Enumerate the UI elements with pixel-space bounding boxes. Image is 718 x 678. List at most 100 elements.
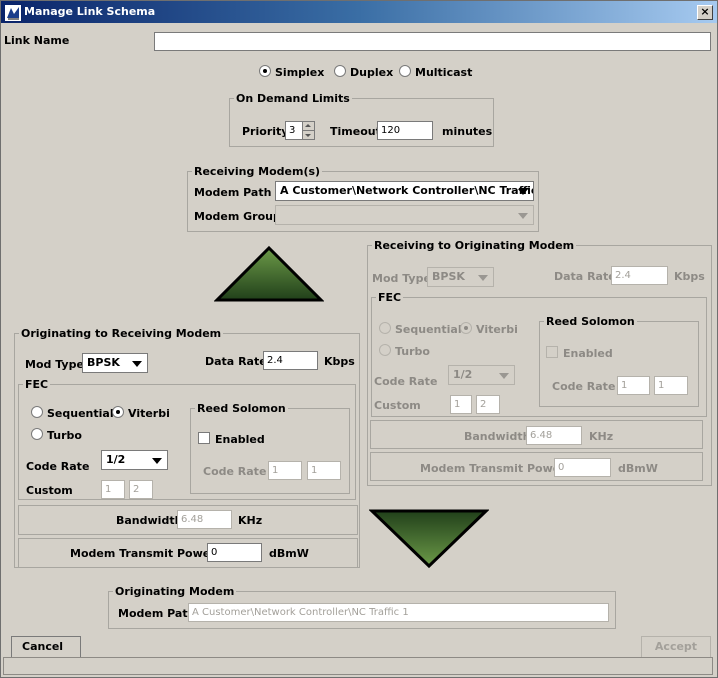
o2r-custom-den-input[interactable]: 2	[129, 480, 153, 499]
o2r-bandwidth-unit: KHz	[238, 514, 263, 527]
simplex-radio[interactable]: Simplex	[259, 65, 324, 79]
link-name-label: Link Name	[4, 34, 70, 47]
link-name-input[interactable]	[154, 32, 711, 51]
o2r-sequential-radio[interactable]: Sequential	[31, 406, 114, 420]
on-demand-limits-group: On Demand Limits	[229, 92, 494, 147]
cancel-button[interactable]: Cancel	[11, 636, 81, 658]
checkbox-icon	[546, 346, 558, 358]
radio-selected-icon	[112, 406, 124, 418]
modem-group-label: Modem Group	[194, 210, 281, 223]
status-bar	[3, 657, 713, 675]
o2r-viterbi-radio[interactable]: Viterbi	[112, 406, 170, 420]
r2o-custom-num-input[interactable]: 1	[450, 395, 472, 414]
chevron-down-icon	[518, 213, 528, 219]
radio-icon	[379, 322, 391, 334]
o2r-viterbi-label: Viterbi	[128, 407, 170, 420]
duplex-label: Duplex	[350, 66, 394, 79]
r2o-bandwidth-unit: KHz	[589, 430, 614, 443]
r2o-rs-enabled-label: Enabled	[563, 347, 613, 360]
o2r-data-rate-input[interactable]: 2.4	[263, 351, 318, 370]
r2o-mod-type-value: BPSK	[432, 270, 465, 283]
title-bar: Manage Link Schema ×	[1, 1, 717, 23]
o2r-reed-solomon-legend: Reed Solomon	[197, 402, 286, 415]
r2o-data-rate-input[interactable]: 2.4	[611, 266, 668, 285]
manage-link-schema-dialog: Manage Link Schema × Link Name Simplex D…	[0, 0, 718, 678]
o2r-mod-type-select[interactable]: BPSK	[82, 353, 148, 373]
radio-icon	[399, 65, 411, 77]
r2o-rs-num-input[interactable]: 1	[617, 376, 650, 395]
triangle-down-icon[interactable]	[369, 506, 489, 570]
r2o-power-label: Modem Transmit Power	[420, 462, 566, 475]
radio-selected-icon	[460, 322, 472, 334]
app-icon	[4, 4, 22, 22]
o2r-code-rate-select[interactable]: 1/2	[101, 450, 168, 470]
on-demand-limits-legend: On Demand Limits	[236, 92, 350, 105]
o2r-fec-legend: FEC	[25, 378, 49, 391]
chevron-down-icon	[478, 275, 488, 281]
receiving-modems-legend: Receiving Modem(s)	[194, 165, 321, 178]
modem-group-select[interactable]	[275, 205, 534, 225]
r2o-data-rate-label: Data Rate	[554, 270, 616, 283]
o2r-bandwidth-label: Bandwidth	[116, 514, 183, 527]
priority-spinner[interactable]	[302, 121, 315, 140]
o2r-reed-solomon-group: Reed Solomon	[190, 402, 350, 494]
o2r-legend: Originating to Receiving Modem	[21, 327, 222, 340]
r2o-viterbi-radio[interactable]: Viterbi	[460, 322, 518, 336]
simplex-label: Simplex	[275, 66, 325, 79]
originating-modem-path-field: A Customer\Network Controller\NC Traffic…	[188, 603, 609, 622]
r2o-mod-type-label: Mod Type	[372, 272, 431, 285]
o2r-sequential-label: Sequential	[47, 407, 114, 420]
o2r-turbo-radio[interactable]: Turbo	[31, 428, 82, 442]
r2o-fec-legend: FEC	[378, 291, 402, 304]
o2r-rs-enabled-checkbox[interactable]: Enabled	[198, 432, 265, 446]
originating-modem-path-label: Modem Path	[118, 607, 196, 620]
radio-icon	[31, 406, 43, 418]
r2o-code-rate-label: Code Rate	[374, 375, 438, 388]
o2r-custom-num-input[interactable]: 1	[101, 480, 125, 499]
r2o-code-rate-value: 1/2	[453, 368, 473, 381]
modem-path-value: A Customer\Network Controller\NC Traffic…	[280, 184, 534, 197]
r2o-mod-type-select[interactable]: BPSK	[427, 267, 494, 287]
r2o-sequential-radio[interactable]: Sequential	[379, 322, 462, 336]
checkbox-icon	[198, 432, 210, 444]
r2o-rs-enabled-checkbox[interactable]: Enabled	[546, 346, 613, 360]
timeout-input[interactable]: 120	[377, 121, 433, 140]
r2o-code-rate-select[interactable]: 1/2	[448, 365, 515, 385]
r2o-bandwidth-label: Bandwidth	[464, 430, 531, 443]
priority-label: Priority	[242, 125, 289, 138]
triangle-up-icon[interactable]	[214, 245, 324, 303]
r2o-turbo-label: Turbo	[395, 345, 430, 358]
r2o-rs-code-rate-label: Code Rate	[552, 380, 616, 393]
radio-icon	[31, 428, 43, 440]
o2r-turbo-label: Turbo	[47, 429, 82, 442]
close-button[interactable]: ×	[697, 5, 713, 20]
timeout-unit: minutes	[442, 125, 493, 138]
r2o-data-rate-unit: Kbps	[674, 270, 705, 283]
duplex-radio[interactable]: Duplex	[334, 65, 393, 79]
chevron-down-icon	[499, 373, 509, 379]
o2r-mod-type-label: Mod Type	[25, 358, 84, 371]
spin-down-icon[interactable]	[303, 131, 314, 139]
o2r-code-rate-value: 1/2	[106, 453, 126, 466]
accept-button[interactable]: Accept	[641, 636, 711, 658]
originating-modem-legend: Originating Modem	[115, 585, 235, 598]
o2r-rs-num-input[interactable]: 1	[268, 461, 302, 480]
r2o-rs-den-input[interactable]: 1	[654, 376, 688, 395]
modem-path-select[interactable]: A Customer\Network Controller\NC Traffic…	[275, 181, 534, 201]
radio-icon	[334, 65, 346, 77]
radio-selected-icon	[259, 65, 271, 77]
priority-input[interactable]: 3	[285, 121, 303, 140]
r2o-turbo-radio[interactable]: Turbo	[379, 344, 430, 358]
r2o-sequential-label: Sequential	[395, 323, 462, 336]
chevron-down-icon	[132, 361, 142, 367]
timeout-label: Timeout	[330, 125, 381, 138]
o2r-code-rate-label: Code Rate	[26, 460, 90, 473]
o2r-power-input[interactable]: 0	[207, 543, 262, 562]
r2o-power-input[interactable]: 0	[554, 458, 611, 477]
o2r-bandwidth-value: 6.48	[177, 510, 232, 529]
r2o-custom-den-input[interactable]: 2	[476, 395, 500, 414]
multicast-radio[interactable]: Multicast	[399, 65, 472, 79]
spin-up-icon[interactable]	[303, 122, 314, 131]
chevron-down-icon	[518, 189, 528, 195]
o2r-rs-den-input[interactable]: 1	[307, 461, 341, 480]
